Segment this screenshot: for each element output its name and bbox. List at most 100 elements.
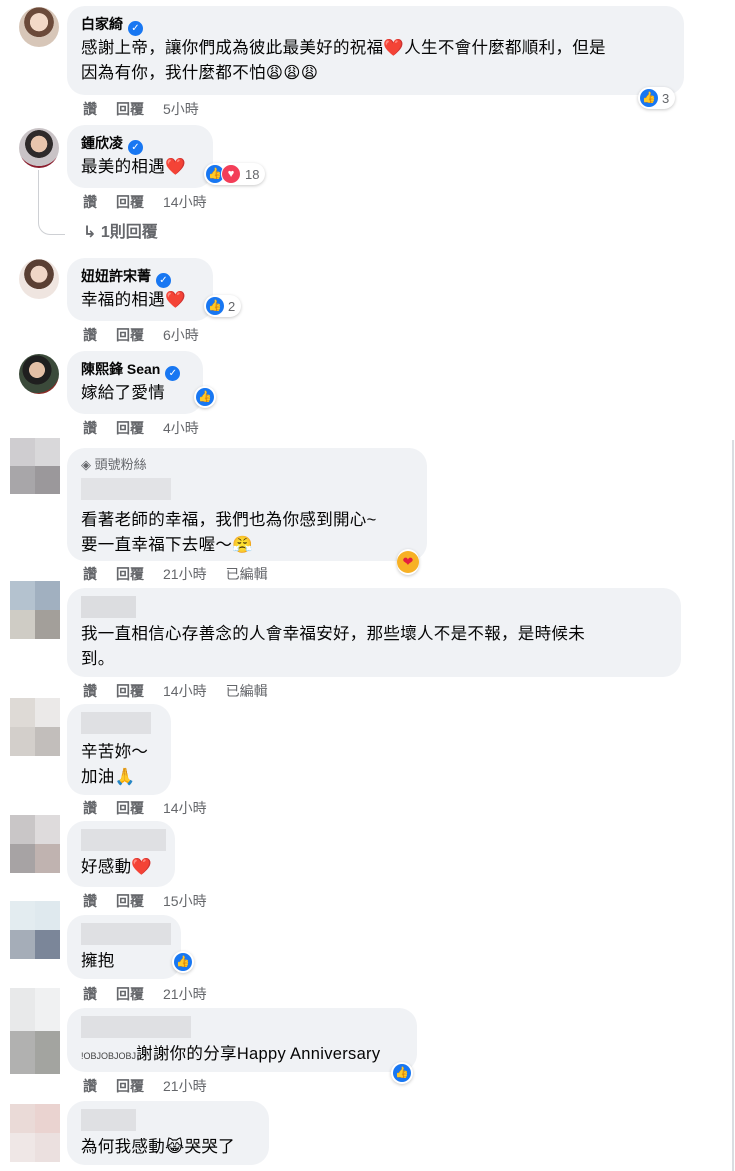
comment-actions: 讚 回覆 15小時 xyxy=(83,892,226,910)
like-action[interactable]: 讚 xyxy=(83,420,97,436)
comment-actions: 讚 回覆 14小時 xyxy=(83,799,226,817)
like-reaction-icon: 👍 xyxy=(174,953,192,971)
reply-action[interactable]: 回覆 xyxy=(116,327,144,343)
blurred-avatar[interactable] xyxy=(10,901,60,959)
comment-text: 好感動❤️ xyxy=(81,858,153,876)
blurred-name xyxy=(81,923,171,945)
reaction-count: 2 xyxy=(228,298,236,314)
commenter-name[interactable]: 妞妞許宋菁 ✓ xyxy=(81,266,199,288)
comment-actions: 讚 回覆 14小時 xyxy=(83,193,226,211)
reply-arrow-icon: ↳ xyxy=(83,224,101,241)
verified-badge-icon: ✓ xyxy=(128,21,143,36)
commenter-name[interactable]: 陳熙鋒 Sean ✓ xyxy=(81,359,189,381)
reaction-summary[interactable]: 👍 ♥ 18 xyxy=(204,163,266,185)
blurred-avatar[interactable] xyxy=(10,581,60,639)
timestamp[interactable]: 14小時 xyxy=(163,800,207,816)
reply-action[interactable]: 回覆 xyxy=(116,893,144,909)
reaction-count: 18 xyxy=(245,166,260,182)
view-replies-link[interactable]: ↳ 1則回覆 xyxy=(83,223,158,243)
reply-action[interactable]: 回覆 xyxy=(116,800,144,816)
comment-line: 要一直幸福下去喔～😤 xyxy=(81,536,254,554)
comment-text: 為何我感動😹哭哭了 xyxy=(81,1138,235,1156)
care-reaction-icon: ❤ xyxy=(397,551,419,573)
comment-bubble: 白家綺 ✓ 感謝上帝，讓你們成為彼此最美好的祝福❤️人生不會什麼都順利，但是 因為… xyxy=(67,6,684,95)
reply-action[interactable]: 回覆 xyxy=(116,1078,144,1094)
like-action[interactable]: 讚 xyxy=(83,800,97,816)
reply-action[interactable]: 回覆 xyxy=(116,566,144,582)
like-action[interactable]: 讚 xyxy=(83,566,97,582)
blurred-name xyxy=(81,1016,403,1038)
comment-text: 辛苦妳～ 加油🙏 xyxy=(81,740,157,790)
scrollbar[interactable] xyxy=(732,440,734,1171)
comment-actions: 讚 回覆 6小時 xyxy=(83,326,218,344)
like-action[interactable]: 讚 xyxy=(83,1078,97,1094)
reaction-summary[interactable]: ❤ xyxy=(397,549,419,575)
commenter-name[interactable]: 白家綺 ✓ xyxy=(81,14,670,36)
reply-action[interactable]: 回覆 xyxy=(116,986,144,1002)
reply-action[interactable]: 回覆 xyxy=(116,420,144,436)
timestamp[interactable]: 21小時 xyxy=(163,1078,207,1094)
reaction-summary[interactable]: 👍 xyxy=(172,951,194,973)
like-action[interactable]: 讚 xyxy=(83,986,97,1002)
avatar[interactable] xyxy=(19,7,59,47)
comment-bubble: !OBJOBJOBJ謝謝你的分享Happy Anniversary xyxy=(67,1008,417,1072)
reaction-count: 3 xyxy=(662,90,670,106)
reply-thread-line xyxy=(38,170,65,235)
timestamp[interactable]: 14小時 xyxy=(163,683,207,699)
blurred-avatar[interactable] xyxy=(10,988,60,1074)
comment-text: 看著老師的幸福，我們也為你感到開心~ 要一直幸福下去喔～😤 xyxy=(81,508,413,558)
comment-line: 我一直相信心存善念的人會幸福安好，那些壞人不是不報，是時候未 xyxy=(81,625,585,643)
comment-line: 加油🙏 xyxy=(81,768,136,786)
top-fan-badge: ◈ 頭號粉絲 xyxy=(81,457,147,472)
blurred-avatar[interactable] xyxy=(10,698,60,756)
comment-actions: 讚 回覆 4小時 xyxy=(83,419,218,437)
reaction-summary[interactable]: 👍 2 xyxy=(204,295,242,317)
comment-bubble: 我一直相信心存善念的人會幸福安好，那些壞人不是不報，是時候未 到。 xyxy=(67,588,681,677)
blurred-avatar[interactable] xyxy=(10,438,60,494)
blurred-avatar[interactable] xyxy=(10,1104,60,1162)
like-action[interactable]: 讚 xyxy=(83,683,97,699)
blurred-name xyxy=(81,1109,255,1131)
love-reaction-icon: ♥ xyxy=(221,164,241,184)
comment-actions: 讚 回覆 21小時 xyxy=(83,1077,226,1095)
comment-bubble: 陳熙鋒 Sean ✓ 嫁給了愛情 xyxy=(67,351,203,414)
like-action[interactable]: 讚 xyxy=(83,893,97,909)
edited-label: 已編輯 xyxy=(225,566,268,582)
comment-line: 辛苦妳～ xyxy=(81,743,149,761)
comment-text: 感謝上帝，讓你們成為彼此最美好的祝福❤️人生不會什麼都順利，但是 因為有你，我什… xyxy=(81,36,670,86)
comment-actions: 讚 回覆 21小時 已編輯 xyxy=(83,565,287,583)
comment-bubble: 擁抱 xyxy=(67,915,181,979)
timestamp[interactable]: 21小時 xyxy=(163,986,207,1002)
timestamp[interactable]: 21小時 xyxy=(163,566,207,582)
timestamp[interactable]: 5小時 xyxy=(163,101,199,117)
avatar[interactable] xyxy=(19,354,59,394)
like-action[interactable]: 讚 xyxy=(83,101,97,117)
timestamp[interactable]: 15小時 xyxy=(163,893,207,909)
blurred-avatar[interactable] xyxy=(10,815,60,873)
like-action[interactable]: 讚 xyxy=(83,327,97,343)
avatar[interactable] xyxy=(19,128,59,168)
like-reaction-icon: 👍 xyxy=(640,89,658,107)
comment-bubble: 鍾欣凌 ✓ 最美的相遇❤️ xyxy=(67,125,213,188)
blurred-name xyxy=(81,596,667,618)
verified-badge-icon: ✓ xyxy=(128,140,143,155)
reply-action[interactable]: 回覆 xyxy=(116,194,144,210)
comment-bubble: 妞妞許宋菁 ✓ 幸福的相遇❤️ xyxy=(67,258,213,321)
timestamp[interactable]: 6小時 xyxy=(163,327,199,343)
reaction-summary[interactable]: 👍 xyxy=(194,386,216,408)
avatar[interactable] xyxy=(19,259,59,299)
commenter-name[interactable]: 鍾欣凌 ✓ xyxy=(81,133,199,155)
comment-actions: 讚 回覆 21小時 xyxy=(83,985,226,1003)
like-action[interactable]: 讚 xyxy=(83,194,97,210)
timestamp[interactable]: 4小時 xyxy=(163,420,199,436)
reaction-summary[interactable]: 👍 3 xyxy=(638,87,676,109)
comment-text: 嫁給了愛情 xyxy=(81,384,165,402)
reply-action[interactable]: 回覆 xyxy=(116,683,144,699)
verified-badge-icon: ✓ xyxy=(156,273,171,288)
verified-badge-icon: ✓ xyxy=(165,366,181,381)
timestamp[interactable]: 14小時 xyxy=(163,194,207,210)
reply-action[interactable]: 回覆 xyxy=(116,101,144,117)
reaction-summary[interactable]: 👍 xyxy=(391,1062,413,1084)
comment-text: 擁抱 xyxy=(81,952,115,970)
comment-text: 幸福的相遇❤️ xyxy=(81,291,186,309)
